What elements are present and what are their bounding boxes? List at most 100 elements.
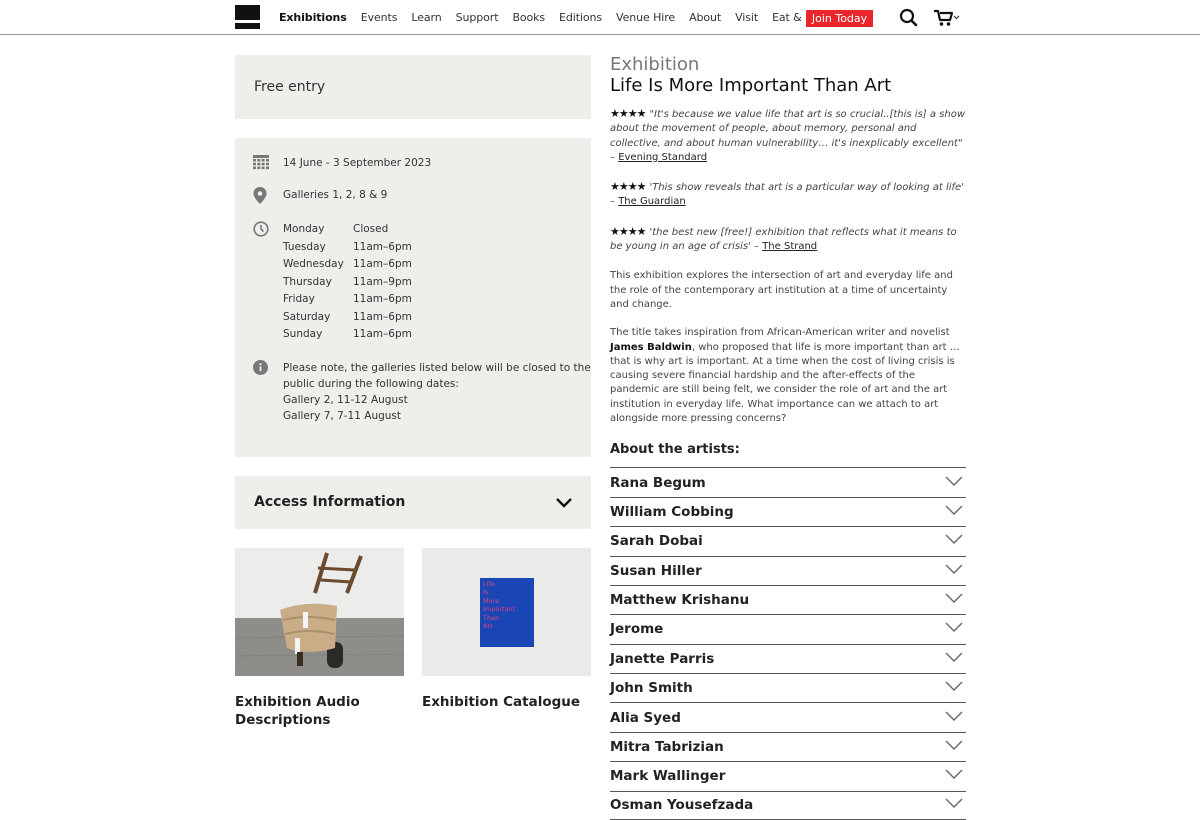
- artist-name: Jerome: [610, 621, 664, 638]
- chevron-down-icon: [944, 680, 964, 696]
- description-paragraph: This exhibition explores the intersectio…: [610, 270, 953, 310]
- opening-hours-table: Monday Closed Tuesday 11am–6pm Wednesday 11…: [283, 221, 433, 344]
- chevron-down-icon: [944, 475, 964, 491]
- cover-text: More: [483, 596, 500, 605]
- hours-day: Tuesday: [283, 240, 326, 253]
- chevron-down-icon: [944, 710, 964, 726]
- review: ★★★★ 'This show reveals that art is a par…: [610, 180, 966, 210]
- exhibition-catalogue-card[interactable]: Life Is More Important Than Art Exhibiti…: [422, 548, 591, 711]
- cover-text: Is: [483, 588, 489, 597]
- artist-name-bold: James Baldwin: [610, 341, 692, 353]
- artist-name: Mitra Tabrizian: [610, 739, 724, 756]
- audio-descriptions-caption: Exhibition Audio Descriptions: [235, 693, 404, 729]
- artist-accordion: Rana Begum William Cobbing Sarah Dobai Susa…: [610, 467, 966, 820]
- notice-line: public during the following dates:: [283, 378, 459, 390]
- hours-time: 11am–6pm: [353, 258, 412, 270]
- cart-icon[interactable]: [933, 8, 963, 28]
- caption-line: Exhibition Catalogue: [422, 694, 581, 710]
- exhibition-details: Exhibition Life Is More Important Than A…: [610, 55, 966, 820]
- review-source-link[interactable]: Evening Standard: [618, 152, 707, 163]
- hours-day: Wednesday: [283, 258, 344, 270]
- info-icon: [253, 360, 283, 424]
- cover-text: Important: [483, 605, 516, 614]
- review-source-link[interactable]: The Guardian: [618, 196, 686, 207]
- nav-events[interactable]: Events: [361, 11, 398, 24]
- closure-notice: Please note, the galleries listed below …: [283, 360, 591, 424]
- chevron-down-icon: [944, 533, 964, 549]
- clock-icon: [253, 221, 283, 344]
- access-information-label: Access Information: [254, 494, 406, 510]
- logo-icon[interactable]: [235, 5, 260, 29]
- access-information-toggle[interactable]: Access Information: [235, 476, 591, 529]
- audio-descriptions-image: [235, 548, 404, 676]
- page-title: Life Is More Important Than Art: [610, 75, 892, 96]
- artist-accordion-item[interactable]: Osman Yousefzada: [610, 790, 966, 820]
- catalogue-cover: Life Is More Important Than Art: [480, 578, 534, 647]
- chevron-down-icon: [944, 621, 964, 637]
- notice-line: Gallery 2, 11-12 August: [283, 394, 408, 406]
- chevron-down-icon: [944, 651, 964, 667]
- notice-line: Gallery 7, 7-11 August: [283, 410, 402, 422]
- description-paragraph: The title takes inspiration from African…: [610, 326, 966, 426]
- calendar-icon: [253, 155, 283, 174]
- caption-line: Descriptions: [235, 712, 331, 728]
- artist-name: Matthew Krishanu: [610, 592, 750, 609]
- hours-time: 11am–6pm: [353, 328, 412, 340]
- artist-accordion-item[interactable]: Alia Syed: [610, 702, 966, 731]
- hours-day: Monday: [283, 223, 325, 235]
- gallery-location: Galleries 1, 2, 8 & 9: [283, 189, 388, 201]
- site-header: Exhibitions Events Learn Support Books E…: [0, 0, 1200, 35]
- nav-editions[interactable]: Editions: [559, 11, 602, 24]
- about-artists-heading: About the artists:: [610, 442, 740, 458]
- hours-time: 11am–6pm: [353, 240, 412, 253]
- artist-name: Sarah Dobai: [610, 533, 703, 550]
- artist-name: Mark Wallinger: [610, 768, 726, 785]
- star-rating-icon: ★★★★: [610, 224, 646, 238]
- artist-accordion-item[interactable]: William Cobbing: [610, 496, 966, 526]
- hours-time: 11am–9pm: [353, 275, 412, 288]
- chevron-down-icon: [944, 563, 964, 579]
- join-today-button[interactable]: Join Today: [806, 10, 873, 27]
- search-icon[interactable]: [899, 8, 919, 28]
- review: ★★★★ "It's because we value life that art…: [610, 107, 966, 165]
- notice-line: Please note, the galleries listed below …: [283, 362, 591, 374]
- artist-name: Janette Parris: [610, 650, 715, 667]
- chevron-down-icon: [944, 592, 964, 608]
- nav-learn[interactable]: Learn: [411, 11, 441, 24]
- artist-accordion-item[interactable]: Matthew Krishanu: [610, 584, 966, 614]
- chevron-down-icon: [944, 504, 964, 520]
- nav-exhibitions[interactable]: Exhibitions: [279, 11, 347, 24]
- artist-accordion-item[interactable]: Mitra Tabrizian: [610, 731, 966, 761]
- visit-info-box: 14 June - 3 September 2023 Galleries 1, …: [235, 138, 591, 457]
- caption-line: Exhibition Audio: [235, 694, 360, 710]
- star-rating-icon: ★★★★: [610, 180, 646, 194]
- nav-visit[interactable]: Visit: [735, 11, 758, 24]
- logo-block-top: [235, 5, 260, 20]
- artist-accordion-item[interactable]: Janette Parris: [610, 643, 966, 673]
- nav-books[interactable]: Books: [512, 11, 545, 24]
- location-pin-icon: [253, 187, 283, 208]
- paragraph-text: , who proposed that life is more importa…: [610, 341, 960, 425]
- logo-block-bottom: [235, 23, 260, 29]
- hours-day: Friday: [283, 293, 315, 305]
- main-nav: Exhibitions Events Learn Support Books E…: [279, 0, 848, 35]
- chevron-down-icon: [944, 768, 964, 784]
- hours-time: 11am–6pm: [353, 310, 412, 323]
- artist-accordion-item[interactable]: Rana Begum: [610, 467, 966, 496]
- review-source-link[interactable]: The Strand: [762, 241, 817, 252]
- artist-accordion-item[interactable]: Sarah Dobai: [610, 526, 966, 555]
- review: ★★★★'the best new [free!] exhibition tha…: [610, 225, 966, 255]
- audio-descriptions-card[interactable]: Exhibition Audio Descriptions: [235, 548, 404, 729]
- artist-name: Susan Hiller: [610, 562, 702, 579]
- artist-accordion-item[interactable]: John Smith: [610, 673, 966, 702]
- artist-accordion-item[interactable]: Mark Wallinger: [610, 761, 966, 790]
- nav-support[interactable]: Support: [456, 11, 499, 24]
- artist-accordion-item[interactable]: Susan Hiller: [610, 555, 966, 585]
- artist-name: William Cobbing: [610, 503, 734, 520]
- closure-notice-row: Please note, the galleries listed below …: [253, 360, 591, 424]
- artist-accordion-item[interactable]: Jerome: [610, 614, 966, 643]
- nav-about[interactable]: About: [689, 11, 721, 24]
- nav-venue-hire[interactable]: Venue Hire: [616, 11, 675, 24]
- chevron-down-icon: [944, 739, 964, 755]
- exhibition-catalogue-caption: Exhibition Catalogue: [422, 693, 591, 711]
